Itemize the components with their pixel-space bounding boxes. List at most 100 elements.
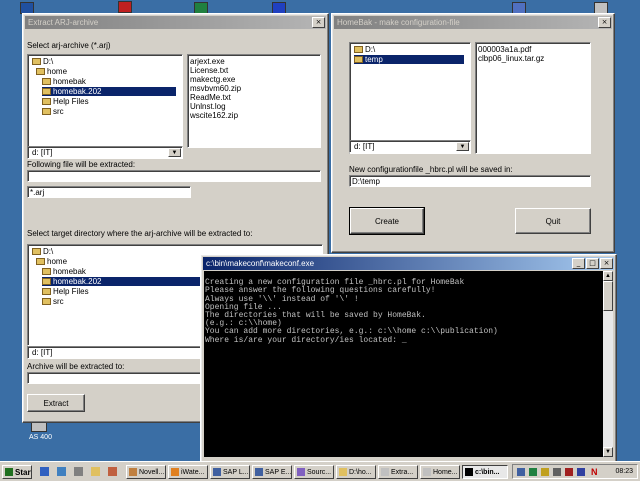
tree-item[interactable]: home [36, 257, 67, 266]
archive-file-list[interactable]: arjext.exe License.txt makectg.exe msvbv… [187, 54, 321, 148]
list-item[interactable]: makectg.exe [190, 75, 235, 84]
tray-volume-icon[interactable] [541, 468, 549, 476]
tree-label: Help Files [53, 97, 89, 106]
chevron-down-icon[interactable]: ▼ [168, 148, 181, 157]
taskbar-button-label: D:\ho... [349, 468, 372, 476]
target-drive-select[interactable]: d: [IT] [27, 346, 209, 359]
tree-item-selected[interactable]: temp [354, 55, 464, 64]
windows-logo-icon [5, 468, 13, 476]
tray-security-icon[interactable] [565, 468, 573, 476]
archive-folder-tree[interactable]: D:\ home homebak homebak.202 Help Files … [27, 54, 183, 148]
console-window: c:\bin\makeconf\makeconf.exe _ □ × Creat… [200, 254, 617, 463]
tree-item[interactable]: D:\ [354, 45, 375, 54]
chevron-down-icon[interactable]: ▼ [456, 142, 469, 151]
scroll-up-icon[interactable]: ▲ [603, 271, 613, 281]
maximize-icon[interactable]: □ [586, 258, 599, 269]
taskbar-button[interactable]: Novell... [126, 465, 166, 479]
list-item[interactable]: msvbvm60.zip [190, 84, 241, 93]
following-file-field[interactable] [27, 170, 321, 182]
tray-monitor-icon[interactable] [553, 468, 561, 476]
tray-app-icon[interactable] [529, 468, 537, 476]
taskbar-button[interactable]: Home... [420, 465, 460, 479]
taskbar-button-label: Novell... [139, 468, 165, 476]
tree-item-selected[interactable]: homebak.202 [42, 277, 222, 286]
extract-button[interactable]: Extract [27, 394, 85, 412]
homebak-window-titlebar[interactable]: HomeBak - make configuration-file × [334, 16, 612, 29]
quicklaunch-ie-icon[interactable] [40, 467, 49, 476]
taskbar-button-label: SAP L... [223, 468, 249, 476]
list-item[interactable]: ReadMe.txt [190, 93, 231, 102]
folder-icon [42, 98, 51, 105]
taskbar-button-label: c:\bin... [475, 468, 500, 476]
save-location-field[interactable]: D:\temp [349, 175, 591, 187]
list-item[interactable]: 000003a1a.pdf [478, 45, 531, 54]
taskbar-button[interactable]: Extra... [378, 465, 418, 479]
tree-item[interactable]: src [42, 107, 64, 116]
console-window-titlebar[interactable]: c:\bin\makeconf\makeconf.exe _ □ × [203, 257, 614, 270]
tree-item[interactable]: home [36, 67, 67, 76]
scroll-thumb[interactable] [603, 281, 613, 311]
create-button[interactable]: Create [349, 207, 425, 235]
taskbar-button[interactable]: Sourc... [294, 465, 334, 479]
close-icon[interactable]: × [598, 17, 611, 28]
taskbar-button-active[interactable]: c:\bin... [462, 465, 508, 479]
minimize-icon[interactable]: _ [572, 258, 585, 269]
list-item[interactable]: wscite162.zip [190, 111, 238, 120]
quicklaunch-folder-icon[interactable] [91, 467, 100, 476]
acrobat-icon[interactable] [118, 1, 132, 13]
folder-icon [42, 78, 51, 85]
quicklaunch-app-icon[interactable] [108, 467, 117, 476]
extract-window-titlebar[interactable]: Extract ARJ-archive × [25, 16, 326, 29]
list-item[interactable]: clbp06_linux.tar.gz [478, 54, 544, 63]
close-icon[interactable]: × [600, 258, 613, 269]
tree-label: D:\ [43, 57, 54, 66]
drive-select[interactable]: d: [IT] ▼ [27, 146, 183, 159]
tree-item[interactable]: D:\ [32, 247, 53, 256]
target-drive-value: d: [IT] [32, 348, 53, 357]
tray-network-icon[interactable] [517, 468, 525, 476]
taskbar-button[interactable]: D:\ho... [336, 465, 376, 479]
taskbar-button[interactable]: SAP E... [252, 465, 292, 479]
filter-field[interactable]: *.arj [27, 186, 191, 198]
tree-item[interactable]: homebak [42, 77, 86, 86]
save-location-label: New configurationfile _hbrc.pl will be s… [349, 165, 513, 174]
taskbar-button-label: Sourc... [307, 468, 332, 476]
folder-icon [42, 288, 51, 295]
console-scrollbar[interactable]: ▲ ▼ [603, 271, 613, 457]
console-output[interactable]: Creating a new configuration file _hbrc.… [204, 271, 603, 457]
extract-to-field[interactable] [27, 372, 209, 384]
start-button[interactable]: Start [2, 465, 32, 479]
list-item[interactable]: arjext.exe [190, 57, 225, 66]
tray-novell-icon[interactable]: N [591, 467, 598, 477]
system-tray: N 08:23 [512, 464, 638, 479]
quicklaunch-outlook-icon[interactable] [57, 467, 66, 476]
drive-select-value: d: [IT] [32, 148, 53, 157]
tree-item-selected[interactable]: homebak.202 [42, 87, 176, 96]
tree-label: home [47, 257, 68, 266]
tree-item[interactable]: homebak [42, 267, 86, 276]
tree-label: home [47, 67, 68, 76]
homebak-drive-select[interactable]: d: [IT] ▼ [349, 140, 471, 153]
app-icon [213, 468, 221, 476]
homebak-file-list[interactable]: 000003a1a.pdf clbp06_linux.tar.gz [475, 42, 591, 154]
folder-icon [42, 108, 51, 115]
close-icon[interactable]: × [312, 17, 325, 28]
scroll-down-icon[interactable]: ▼ [603, 447, 613, 457]
taskbar-button[interactable]: iWate... [168, 465, 208, 479]
folder-icon [42, 298, 51, 305]
tree-item[interactable]: Help Files [42, 97, 89, 106]
quicklaunch-desktop-icon[interactable] [74, 467, 83, 476]
tree-label: homebak.202 [53, 87, 102, 96]
list-item[interactable]: Unlnst.log [190, 102, 226, 111]
folder-icon [42, 268, 51, 275]
list-item[interactable]: License.txt [190, 66, 228, 75]
tree-item[interactable]: Help Files [42, 287, 89, 296]
homebak-folder-tree[interactable]: D:\ temp [349, 42, 471, 154]
tree-item[interactable]: D:\ [32, 57, 53, 66]
target-directory-label: Select target directory where the arj-ar… [27, 229, 253, 238]
taskbar-button[interactable]: SAP L... [210, 465, 250, 479]
tree-item[interactable]: src [42, 297, 64, 306]
tray-app-icon-2[interactable] [577, 468, 585, 476]
quit-button[interactable]: Quit [515, 208, 591, 234]
folder-icon [32, 248, 41, 255]
